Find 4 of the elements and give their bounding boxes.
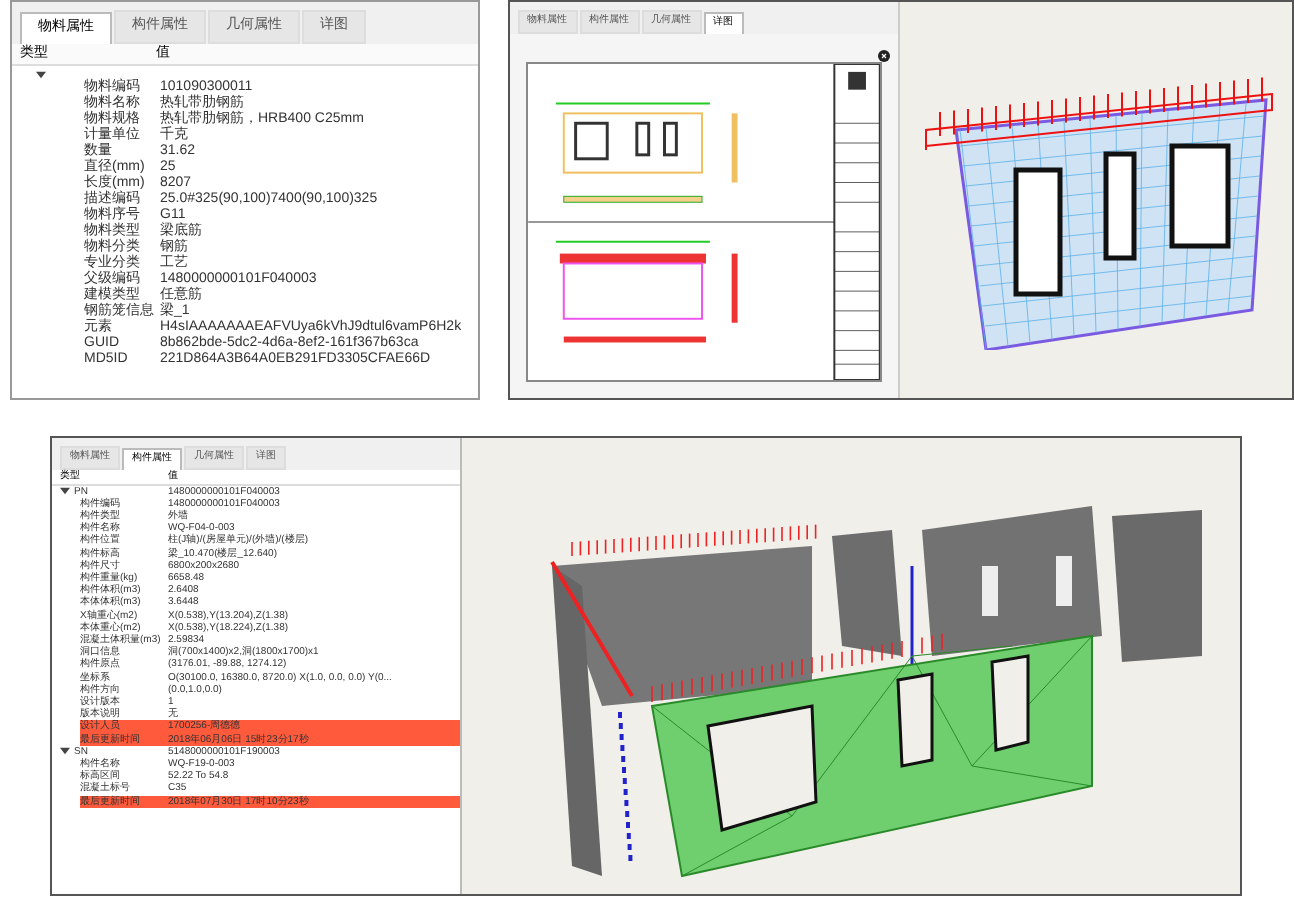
expanded-arrow-icon[interactable] xyxy=(60,486,70,497)
close-icon[interactable] xyxy=(877,49,890,61)
expanded-arrow-icon[interactable] xyxy=(60,746,70,757)
expanded-arrow-icon[interactable] xyxy=(36,70,46,80)
